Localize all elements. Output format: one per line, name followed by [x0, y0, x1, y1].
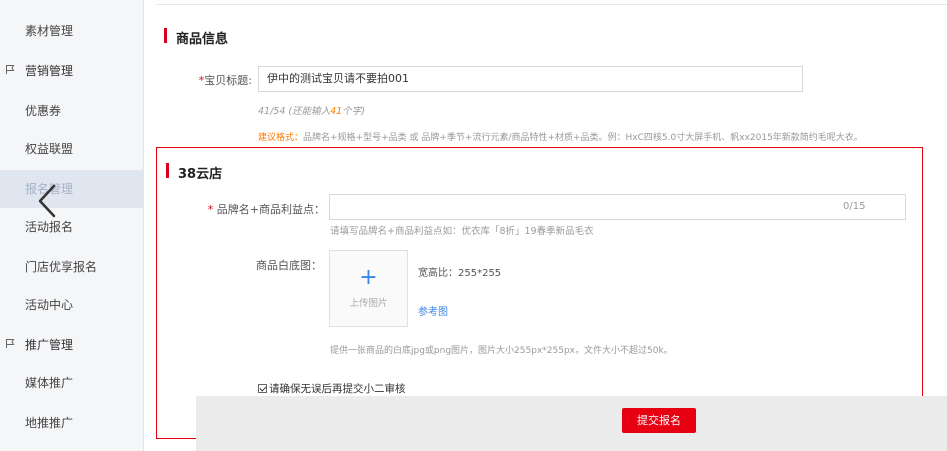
sidebar-item-10[interactable]: 地推推广 [0, 404, 144, 442]
count-hint-suffix: 个字) [342, 106, 365, 117]
confirm-text: 请确保无误后再提交小二审核 [269, 383, 406, 395]
sidebar-item-label: 素材管理 [25, 24, 74, 38]
sidebar-item-4[interactable]: 报名管理 [0, 170, 144, 208]
product-title-input[interactable]: 伊中的测试宝贝请不要拍001 [258, 66, 803, 92]
section-marker [164, 28, 167, 43]
title-count-hint: 41/54 (还能输入41个字) [258, 103, 365, 117]
count-hint-prefix: 41/54 (还能输入 [258, 106, 331, 117]
sidebar-item-9[interactable]: 媒体推广 [0, 364, 144, 402]
format-suggestion: 建议格式：品牌名+规格+型号+品类 或 品牌+季节+流行元素/商品特性+材质+品… [258, 130, 863, 143]
sidebar-item-3[interactable]: 权益联盟 [0, 130, 144, 168]
flag-icon [5, 326, 16, 364]
sidebar-item-1[interactable]: 营销管理 [0, 52, 144, 90]
title-label: *宝贝标题: [180, 72, 252, 88]
sidebar-item-label: 营销管理 [25, 64, 74, 78]
sidebar-item-label: 地推推广 [25, 416, 74, 430]
sidebar: 素材管理营销管理优惠券权益联盟报名管理活动报名门店优享报名 活动中心推广管理媒体推… [0, 0, 144, 451]
product-title-value: 伊中的测试宝贝请不要拍001 [267, 72, 409, 85]
sidebar-item-6[interactable]: 门店优享报名 [0, 248, 144, 286]
sidebar-item-7[interactable]: 活动中心 [0, 286, 144, 324]
flag-icon [5, 52, 16, 90]
plus-icon: + [359, 265, 378, 290]
section-marker [166, 163, 169, 178]
brand-label: * 品牌名+商品利益点： [200, 201, 325, 217]
footer-bar [196, 396, 947, 451]
brand-char-counter: 0/15 [843, 201, 866, 212]
brand-hint: 请填写品牌名+商品利益点如：优衣库「8折」19春季新品毛衣 [330, 226, 594, 237]
sidebar-item-5[interactable]: 活动报名 [0, 208, 144, 246]
image-label: 商品白底图： [256, 259, 322, 272]
top-divider [157, 4, 947, 5]
submit-button[interactable]: 提交报名 [622, 408, 696, 433]
upload-text: 上传图片 [349, 298, 388, 309]
section-title-store: 38云店 [178, 167, 223, 182]
confirm-checkbox[interactable] [258, 384, 267, 393]
sidebar-item-label: 推广管理 [25, 338, 74, 352]
confirm-row[interactable]: 请确保无误后再提交小二审核 [258, 381, 406, 396]
suggest-label: 建议格式： [258, 133, 304, 143]
sidebar-item-label: 媒体推广 [25, 376, 74, 390]
section-title-product-info: 商品信息 [176, 32, 229, 47]
image-requirements: 提供一张商品的白底jpg或png图片，图片大小255px*255px，文件大小不… [330, 346, 673, 356]
suggest-text: 品牌名+规格+型号+品类 或 品牌+季节+流行元素/商品特性+材质+品类。例：H… [303, 133, 863, 143]
aspect-ratio-text: 宽高比：255*255 [418, 268, 502, 279]
brand-benefit-input[interactable] [329, 194, 906, 220]
sidebar-item-label: 活动报名 [25, 220, 74, 234]
title-label-text: 宝贝标题: [204, 74, 252, 87]
sidebar-item-label: 活动中心 [25, 298, 74, 312]
sidebar-item-0[interactable]: 素材管理 [0, 12, 144, 50]
sidebar-item-2[interactable]: 优惠券 [0, 92, 144, 130]
image-upload-button[interactable]: + 上传图片 [329, 250, 408, 327]
required-mark: * [207, 203, 214, 216]
sidebar-item-label: 门店优享报名 [25, 260, 98, 274]
sidebar-item-label: 权益联盟 [25, 142, 74, 156]
count-hint-number: 41 [330, 106, 343, 117]
reference-image-link[interactable]: 参考图 [418, 303, 448, 318]
brand-label-text: 品牌名+商品利益点： [216, 203, 325, 216]
back-chevron-icon[interactable] [36, 184, 58, 218]
sidebar-item-label: 优惠券 [25, 104, 62, 118]
sidebar-item-8[interactable]: 推广管理 [0, 326, 144, 364]
